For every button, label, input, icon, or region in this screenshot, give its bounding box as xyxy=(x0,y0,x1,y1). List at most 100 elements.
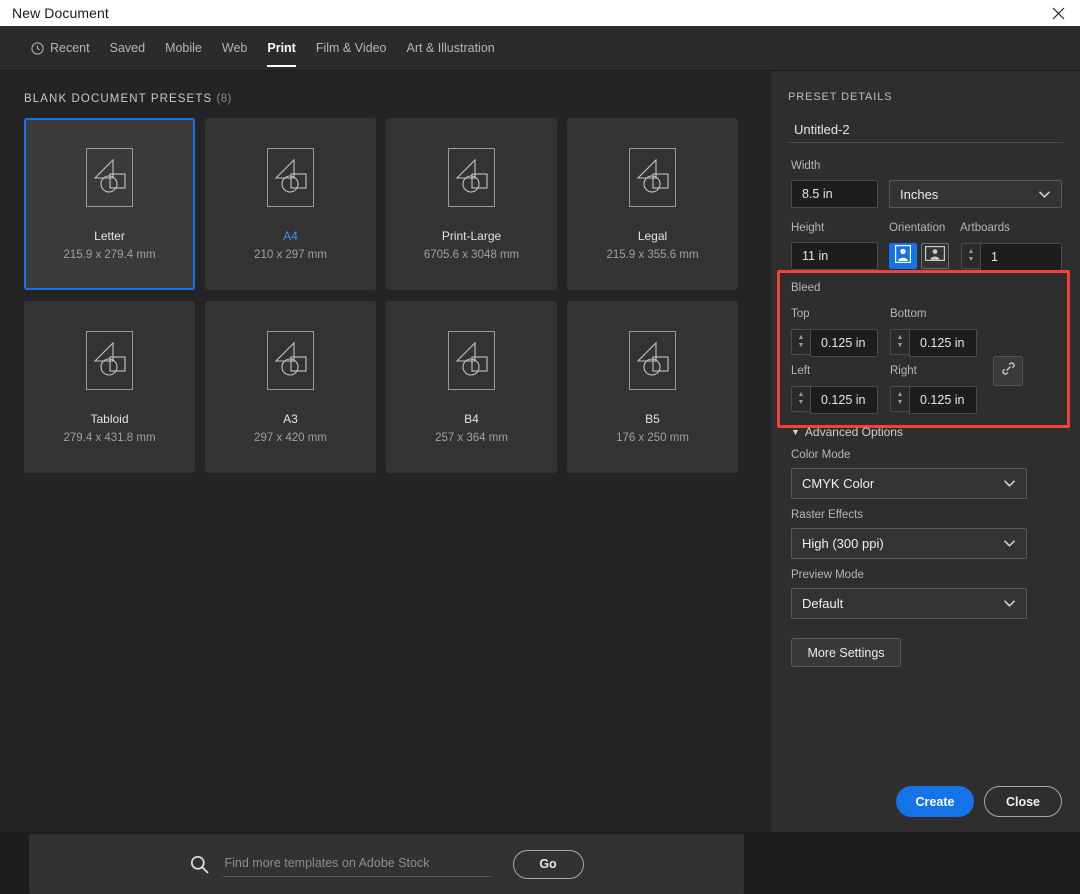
document-shapes-icon xyxy=(267,331,314,390)
stepper-up-icon[interactable]: ▲ xyxy=(897,334,904,342)
artboards-stepper[interactable]: ▲ ▼ xyxy=(961,243,980,269)
category-tabbar: Recent Saved Mobile Web Print Film & Vid… xyxy=(0,26,1080,71)
stepper-up-icon[interactable]: ▲ xyxy=(968,248,975,256)
height-input[interactable] xyxy=(791,242,878,270)
preset-card-letter[interactable]: Letter 215.9 x 279.4 mm xyxy=(24,118,195,290)
tab-recent[interactable]: Recent xyxy=(21,26,100,71)
advanced-options-toggle[interactable]: ▼ Advanced Options xyxy=(791,425,903,439)
orientation-label: Orientation xyxy=(889,222,946,234)
preset-dims: 6705.6 x 3048 mm xyxy=(423,249,520,261)
bleed-right-input[interactable] xyxy=(909,386,977,414)
bleed-left-label: Left xyxy=(791,365,811,377)
presets-heading-text: BLANK DOCUMENT PRESETS xyxy=(24,93,213,105)
stepper-down-icon[interactable]: ▼ xyxy=(798,342,805,350)
bleed-right-stepper[interactable]: ▲ ▼ xyxy=(890,386,909,412)
preset-details-heading: PRESET DETAILS xyxy=(788,91,893,103)
preset-dims: 176 x 250 mm xyxy=(616,432,689,444)
tab-label: Mobile xyxy=(165,41,202,55)
units-select[interactable]: Inches xyxy=(889,180,1062,208)
preset-card-b5[interactable]: B5 176 x 250 mm xyxy=(567,301,738,473)
preset-name: A3 xyxy=(283,412,298,426)
bleed-right-label: Right xyxy=(890,365,917,377)
tab-art-illustration[interactable]: Art & Illustration xyxy=(397,26,505,71)
tab-film-video[interactable]: Film & Video xyxy=(306,26,397,71)
chevron-down-icon xyxy=(1003,476,1016,491)
create-button[interactable]: Create xyxy=(896,786,974,817)
preview-mode-select[interactable]: Default xyxy=(791,588,1027,619)
tab-label: Art & Illustration xyxy=(406,41,495,55)
stepper-up-icon[interactable]: ▲ xyxy=(897,391,904,399)
preset-name: Print-Large xyxy=(441,229,502,243)
stepper-down-icon[interactable]: ▼ xyxy=(897,342,904,350)
tab-mobile[interactable]: Mobile xyxy=(155,26,212,71)
tab-label: Print xyxy=(267,41,296,55)
document-shapes-icon xyxy=(629,331,676,390)
preset-name: Legal xyxy=(637,229,668,243)
preset-card-a3[interactable]: A3 297 x 420 mm xyxy=(205,301,376,473)
orientation-landscape-button[interactable] xyxy=(921,243,949,269)
bleed-bottom-input[interactable] xyxy=(909,329,977,357)
stepper-down-icon[interactable]: ▼ xyxy=(798,399,805,407)
bleed-bottom-stepper[interactable]: ▲ ▼ xyxy=(890,329,909,355)
width-label: Width xyxy=(791,160,821,172)
stock-go-button[interactable]: Go xyxy=(512,849,584,879)
artboards-label: Artboards xyxy=(960,222,1010,234)
height-label: Height xyxy=(791,222,825,234)
bleed-bottom-label: Bottom xyxy=(890,308,927,320)
more-settings-button[interactable]: More Settings xyxy=(791,638,901,667)
stepper-up-icon[interactable]: ▲ xyxy=(798,391,805,399)
tab-saved[interactable]: Saved xyxy=(100,26,155,71)
stock-search-input[interactable] xyxy=(222,851,491,877)
chevron-down-icon xyxy=(1038,187,1051,202)
link-chain-icon xyxy=(1000,360,1017,382)
tab-label: Film & Video xyxy=(315,41,387,55)
presets-pane: BLANK DOCUMENT PRESETS (8) Letter 215.9 … xyxy=(0,71,771,894)
preset-card-a4[interactable]: A4 210 x 297 mm xyxy=(205,118,376,290)
bleed-top-input[interactable] xyxy=(810,329,878,357)
presets-count: (8) xyxy=(216,93,232,105)
bleed-left-input[interactable] xyxy=(810,386,878,414)
bleed-group-label: Bleed xyxy=(791,282,821,294)
tab-web[interactable]: Web xyxy=(212,26,257,71)
preset-dims: 210 x 297 mm xyxy=(254,249,327,261)
bleed-top-stepper[interactable]: ▲ ▼ xyxy=(791,329,810,355)
tab-label: Recent xyxy=(50,41,90,55)
artboards-input[interactable] xyxy=(980,243,1062,271)
preset-dims: 297 x 420 mm xyxy=(254,432,327,444)
width-input[interactable] xyxy=(791,180,878,208)
orientation-portrait-button[interactable] xyxy=(889,243,917,269)
tab-label: Saved xyxy=(109,41,146,55)
preset-card-tabloid[interactable]: Tabloid 279.4 x 431.8 mm xyxy=(24,301,195,473)
preset-card-print-large[interactable]: Print-Large 6705.6 x 3048 mm xyxy=(386,118,557,290)
color-mode-select[interactable]: CMYK Color xyxy=(791,468,1027,499)
stepper-down-icon[interactable]: ▼ xyxy=(968,256,975,264)
document-name-input[interactable] xyxy=(788,117,1063,143)
stepper-down-icon[interactable]: ▼ xyxy=(897,399,904,407)
raster-effects-label: Raster Effects xyxy=(791,509,864,521)
bleed-link-toggle[interactable] xyxy=(993,356,1023,386)
close-x-icon[interactable] xyxy=(1036,0,1080,26)
document-shapes-icon xyxy=(267,148,314,207)
raster-effects-select[interactable]: High (300 ppi) xyxy=(791,528,1027,559)
clock-icon xyxy=(31,41,44,55)
stepper-up-icon[interactable]: ▲ xyxy=(798,334,805,342)
preset-dims: 257 x 364 mm xyxy=(435,432,508,444)
preset-dims: 215.9 x 279.4 mm xyxy=(63,249,156,261)
tab-print[interactable]: Print xyxy=(257,26,305,71)
advanced-options-label: Advanced Options xyxy=(804,425,903,439)
preset-dims: 279.4 x 431.8 mm xyxy=(63,432,156,444)
close-dialog-button[interactable]: Close xyxy=(984,786,1062,817)
bleed-top-label: Top xyxy=(791,308,810,320)
raster-effects-value: High (300 ppi) xyxy=(802,536,884,551)
portrait-icon xyxy=(895,244,912,268)
color-mode-value: CMYK Color xyxy=(802,476,875,491)
preset-name: Letter xyxy=(94,229,125,243)
adobe-stock-searchbar: Go xyxy=(29,834,744,894)
bleed-left-stepper[interactable]: ▲ ▼ xyxy=(791,386,810,412)
document-shapes-icon xyxy=(448,148,495,207)
preset-card-legal[interactable]: Legal 215.9 x 355.6 mm xyxy=(567,118,738,290)
chevron-down-icon xyxy=(1003,536,1016,551)
chevron-down-icon xyxy=(1003,596,1016,611)
preview-mode-value: Default xyxy=(802,596,844,611)
preset-card-b4[interactable]: B4 257 x 364 mm xyxy=(386,301,557,473)
